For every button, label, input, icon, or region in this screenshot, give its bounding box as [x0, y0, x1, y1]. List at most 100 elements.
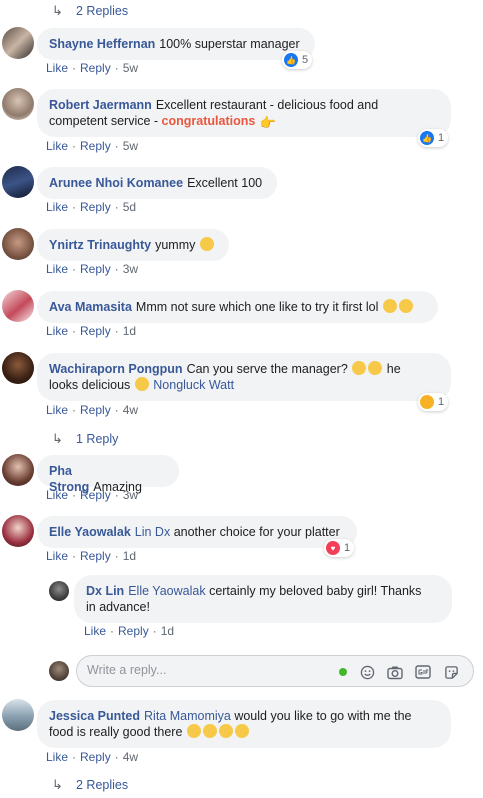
- timestamp[interactable]: 5d: [123, 200, 136, 214]
- commenter-name[interactable]: Dx Lin: [86, 584, 124, 598]
- comment-bubble: Dx Lin Elle Yaowalak certainly my beloved…: [74, 575, 452, 623]
- commenter-name[interactable]: Robert Jaermann: [49, 98, 152, 112]
- reply-link[interactable]: Reply: [80, 549, 111, 563]
- comment-bubble: Pha Strong Amazing: [37, 455, 179, 494]
- avatar[interactable]: [2, 290, 34, 322]
- like-link[interactable]: Like: [46, 262, 68, 276]
- tagged-user-link[interactable]: Rita Mamomiya: [144, 709, 231, 723]
- comment-actions: Like · Reply · 3w: [46, 262, 139, 276]
- timestamp[interactable]: 1d: [123, 549, 136, 563]
- timestamp[interactable]: 3w: [123, 488, 138, 502]
- comment-actions: Like · Reply · 4w: [46, 403, 139, 417]
- reply-link[interactable]: Reply: [80, 488, 111, 502]
- timestamp[interactable]: 5w: [123, 139, 138, 153]
- tagged-user-link[interactable]: Lin Dx: [135, 525, 170, 539]
- view-replies-link[interactable]: ↳ 2 Replies: [52, 3, 128, 19]
- congratulations-text: congratulations: [161, 114, 256, 128]
- like-reaction-icon: 👍: [284, 53, 298, 67]
- comment-bubble: Jessica Punted Rita Mamomiya would you li…: [37, 700, 451, 748]
- reply-arrow-icon: ↳: [52, 3, 63, 18]
- commenter-name[interactable]: Ynirtz Trinaughty: [49, 238, 151, 252]
- love-reaction-icon: ♥: [326, 541, 340, 555]
- avatar[interactable]: [2, 27, 34, 59]
- avatar[interactable]: [2, 699, 34, 731]
- reply-link[interactable]: Reply: [80, 324, 111, 338]
- smiling-face-emoji: [199, 237, 214, 251]
- like-link[interactable]: Like: [46, 403, 68, 417]
- comment-actions: Like · Reply · 1d: [46, 549, 137, 563]
- reaction-count[interactable]: 👍 5: [282, 51, 313, 69]
- emoji-icon[interactable]: [359, 664, 375, 680]
- like-link[interactable]: Like: [46, 750, 68, 764]
- tagged-user-link[interactable]: Elle Yaowalak: [128, 584, 205, 598]
- reply-box: [76, 655, 474, 687]
- avatar[interactable]: [2, 166, 34, 198]
- reaction-count[interactable]: 1: [418, 393, 449, 411]
- comment-bubble: Ava Mamasita Mmm not sure which one like …: [37, 291, 438, 323]
- view-replies-link[interactable]: ↳ 1 Reply: [52, 431, 118, 447]
- reaction-count[interactable]: 👍 1: [418, 129, 449, 147]
- like-link[interactable]: Like: [84, 624, 106, 638]
- comment-bubble: Wachiraporn Pongpun Can you serve the man…: [37, 353, 451, 401]
- avatar[interactable]: [2, 515, 34, 547]
- tagged-user-link[interactable]: Nongluck Watt: [153, 378, 234, 392]
- like-link[interactable]: Like: [46, 139, 68, 153]
- view-replies-link[interactable]: ↳ 2 Replies: [52, 777, 128, 793]
- sticker-icon[interactable]: [443, 664, 459, 680]
- camera-icon[interactable]: [387, 664, 403, 680]
- rofl-face-emoji: [234, 724, 249, 738]
- online-status-dot: [335, 664, 351, 680]
- timestamp[interactable]: 5w: [123, 61, 138, 75]
- reply-link[interactable]: Reply: [118, 624, 149, 638]
- rofl-face-emoji: [218, 724, 233, 738]
- avatar[interactable]: [2, 88, 34, 120]
- like-link[interactable]: Like: [46, 324, 68, 338]
- commenter-name[interactable]: Elle Yaowalak: [49, 525, 131, 539]
- comment-actions: Like · Reply · 4w: [46, 750, 139, 764]
- laughing-face-emoji: [134, 377, 149, 391]
- avatar[interactable]: [2, 352, 34, 384]
- reply-link[interactable]: Reply: [80, 403, 111, 417]
- haha-reaction-icon: [420, 395, 434, 409]
- like-link[interactable]: Like: [46, 61, 68, 75]
- comment-actions: Like · Reply · 1d: [46, 324, 137, 338]
- avatar[interactable]: [2, 228, 34, 260]
- reply-link[interactable]: Reply: [80, 262, 111, 276]
- like-link[interactable]: Like: [46, 549, 68, 563]
- comment-bubble: Ynirtz Trinaughty yummy: [37, 229, 229, 261]
- commenter-name[interactable]: Ava Mamasita: [49, 300, 132, 314]
- commenter-name[interactable]: Wachiraporn Pongpun: [49, 362, 183, 376]
- comment-actions: Like · Reply · 3w: [46, 488, 139, 502]
- reply-input[interactable]: [87, 663, 317, 677]
- avatar[interactable]: [2, 454, 34, 486]
- commenter-name[interactable]: Arunee Nhoi Komanee: [49, 176, 183, 190]
- commenter-name[interactable]: Jessica Punted: [49, 709, 140, 723]
- reply-link[interactable]: Reply: [80, 750, 111, 764]
- timestamp[interactable]: 4w: [123, 403, 138, 417]
- comment-actions: Like · Reply · 5d: [46, 200, 137, 214]
- comment-bubble: Elle Yaowalak Lin Dx another choice for y…: [37, 516, 357, 548]
- laughing-face-emoji: [368, 361, 383, 375]
- comment-actions: Like · Reply · 5w: [46, 139, 139, 153]
- avatar[interactable]: [49, 581, 69, 601]
- like-link[interactable]: Like: [46, 488, 68, 502]
- timestamp[interactable]: 3w: [123, 262, 138, 276]
- comment-actions: Like · Reply · 1d: [84, 624, 175, 638]
- crying-face-emoji: [382, 299, 397, 313]
- pointing-hand-icon: 👉: [259, 115, 276, 130]
- gif-icon[interactable]: [415, 664, 431, 680]
- like-link[interactable]: Like: [46, 200, 68, 214]
- laughing-face-emoji: [352, 361, 367, 375]
- timestamp[interactable]: 1d: [123, 324, 136, 338]
- commenter-name[interactable]: Shayne Heffernan: [49, 37, 155, 51]
- comment-bubble: Robert Jaermann Excellent restaurant - de…: [37, 89, 451, 137]
- laughing-face-emoji: [398, 299, 413, 313]
- reaction-count[interactable]: ♥ 1: [324, 539, 355, 557]
- timestamp[interactable]: 4w: [123, 750, 138, 764]
- tongue-face-emoji: [186, 724, 201, 738]
- reply-link[interactable]: Reply: [80, 139, 111, 153]
- reply-link[interactable]: Reply: [80, 61, 111, 75]
- reply-link[interactable]: Reply: [80, 200, 111, 214]
- timestamp[interactable]: 1d: [161, 624, 174, 638]
- like-reaction-icon: 👍: [420, 131, 434, 145]
